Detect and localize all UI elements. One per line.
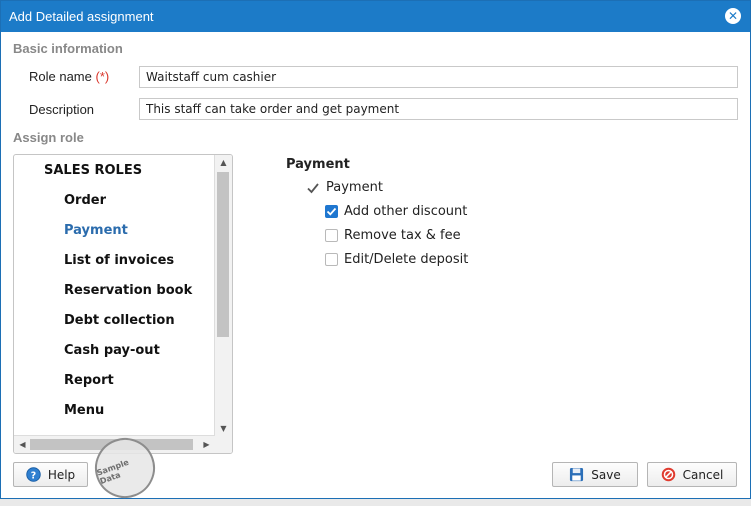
permission-add-other-discount[interactable]: Add other discount: [325, 204, 467, 219]
permission-edit-delete-deposit-label: Edit/Delete deposit: [344, 252, 469, 267]
check-icon: [307, 182, 319, 193]
scroll-right-icon[interactable]: ▶: [198, 437, 215, 453]
permission-edit-delete-deposit[interactable]: Edit/Delete deposit: [325, 252, 468, 267]
checkbox-add-other-discount[interactable]: [325, 205, 338, 218]
tree-item-reservation-book[interactable]: Reservation book: [64, 283, 192, 298]
permission-remove-tax-fee[interactable]: Remove tax & fee: [325, 228, 461, 243]
help-icon: ?: [26, 467, 41, 482]
dialog-title: Add Detailed assignment: [9, 9, 154, 24]
permissions-heading: Payment: [286, 157, 350, 172]
permission-payment-label: Payment: [326, 180, 383, 195]
help-button-label: Help: [47, 467, 76, 482]
scroll-left-icon[interactable]: ◀: [14, 437, 31, 453]
cancel-button[interactable]: Cancel: [647, 462, 737, 487]
sample-data-stamp-text: Sample Data: [95, 457, 131, 487]
tree-item-payment[interactable]: Payment: [64, 223, 128, 238]
tree-item-cash-pay-out[interactable]: Cash pay-out: [64, 343, 160, 358]
role-name-input[interactable]: [139, 66, 738, 88]
help-button[interactable]: ? Help: [13, 462, 88, 487]
assign-role-heading: Assign role: [13, 130, 84, 145]
save-icon: [570, 467, 584, 482]
add-assignment-dialog: Add Detailed assignment ✕ Basic informat…: [0, 0, 751, 506]
role-tree[interactable]: SALES ROLES Order Payment List of invoic…: [13, 154, 233, 454]
checkbox-payment[interactable]: [306, 181, 320, 194]
checkbox-remove-tax-fee[interactable]: [325, 229, 338, 242]
tree-item-report[interactable]: Report: [64, 373, 114, 388]
check-icon: [326, 207, 337, 216]
tree-item-list-of-invoices[interactable]: List of invoices: [64, 253, 174, 268]
scroll-down-icon[interactable]: ▼: [215, 421, 232, 437]
required-marker: (*): [95, 69, 110, 84]
checkbox-edit-delete-deposit[interactable]: [325, 253, 338, 266]
scrollbar-corner: [215, 436, 232, 453]
save-button-label: Save: [591, 467, 621, 482]
save-button[interactable]: Save: [552, 462, 638, 487]
permission-add-other-discount-label: Add other discount: [344, 204, 468, 219]
role-name-label-text: Role name: [29, 69, 92, 84]
role-name-label: Role name (*): [29, 69, 109, 84]
permission-payment[interactable]: Payment: [306, 180, 383, 195]
description-input[interactable]: [139, 98, 738, 120]
basic-information-heading: Basic information: [13, 41, 123, 56]
vertical-scroll-thumb[interactable]: [217, 172, 229, 337]
tree-root-sales-roles[interactable]: SALES ROLES: [44, 163, 142, 178]
tree-item-menu[interactable]: Menu: [64, 403, 104, 418]
tree-item-debt-collection[interactable]: Debt collection: [64, 313, 175, 328]
close-icon[interactable]: ✕: [725, 8, 741, 24]
dialog-titlebar[interactable]: Add Detailed assignment ✕: [1, 1, 750, 32]
cancel-icon: [661, 467, 675, 482]
cancel-button-label: Cancel: [682, 467, 724, 482]
description-label: Description: [29, 102, 95, 117]
scroll-up-icon[interactable]: ▲: [215, 155, 232, 171]
svg-text:?: ?: [31, 470, 36, 481]
tree-vertical-scrollbar[interactable]: ▲ ▼: [214, 155, 232, 437]
permission-remove-tax-fee-label: Remove tax & fee: [344, 228, 461, 243]
tree-item-order[interactable]: Order: [64, 193, 106, 208]
